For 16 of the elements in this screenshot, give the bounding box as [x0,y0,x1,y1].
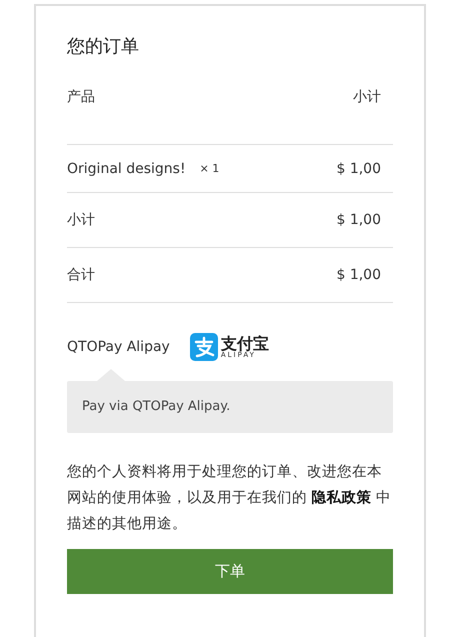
section-title: 您的订单 [67,35,140,58]
amount: $ 1,00 [336,160,381,176]
column-header: 小计 [353,88,381,106]
row-label: 合计 [67,266,95,284]
product-name: Original designs! [67,160,186,176]
quantity: × 1 [200,162,220,175]
payment-method-label: QTOPay Alipay [67,339,170,355]
alipay-icon [190,333,218,361]
row-label: 小计 [67,211,95,229]
privacy-notice: 您的个人资料将用于处理您的订单、改进您在本网站的使用体验，以及用于在我们的 隐私政策 中描述的其他用途。 [67,463,392,534]
amount: $ 1,00 [336,212,381,228]
payment-description: Pay via QTOPay Alipay. [67,381,393,433]
amount: $ 1,00 [336,267,381,283]
column-header: 产品 [67,88,95,106]
logo-text: 支付宝 [220,336,269,352]
place-order-button[interactable]: 下单 [67,549,393,594]
